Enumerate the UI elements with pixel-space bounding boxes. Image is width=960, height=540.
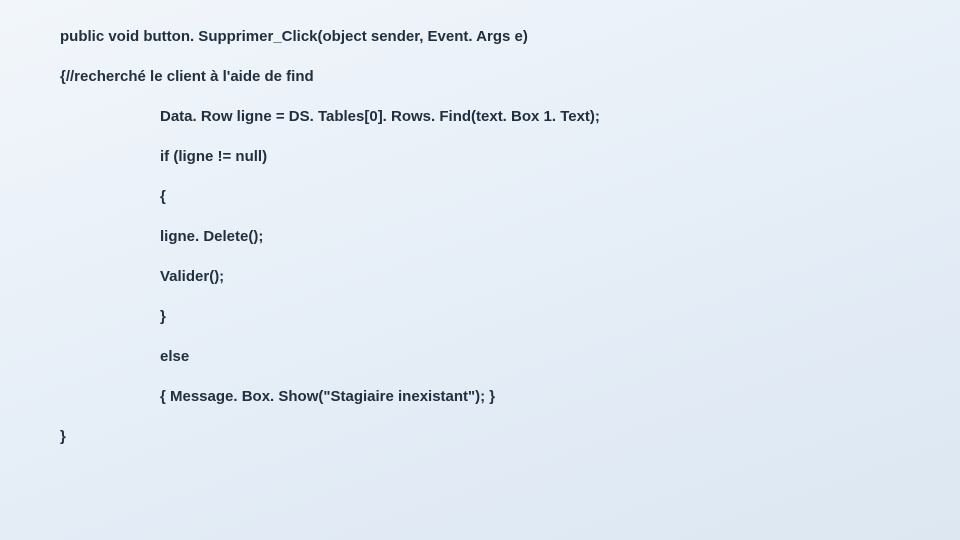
code-line-4: if (ligne != null) [60,148,900,166]
code-line-8: } [60,308,900,326]
code-line-7: Valider(); [60,268,900,286]
code-line-5: { [60,188,900,206]
code-line-9: else [60,348,900,366]
code-line-11: } [60,428,900,446]
code-line-3: Data. Row ligne = DS. Tables[0]. Rows. F… [60,108,900,126]
code-line-2: {//recherché le client à l'aide de find [60,68,900,86]
code-line-10: { Message. Box. Show("Stagiaire inexista… [60,388,900,406]
code-line-6: ligne. Delete(); [60,228,900,246]
code-slide: public void button. Supprimer_Click(obje… [0,0,960,540]
code-line-1: public void button. Supprimer_Click(obje… [60,28,900,46]
